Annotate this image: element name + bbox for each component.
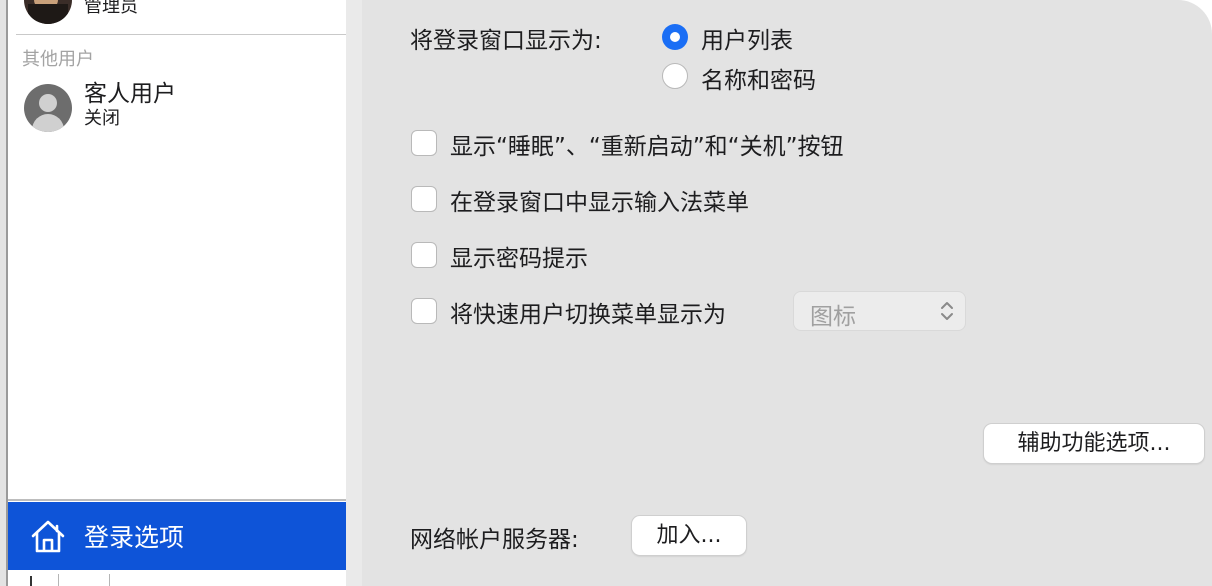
add-user-button[interactable] — [30, 576, 32, 586]
admin-role: 管理员 — [84, 0, 138, 17]
checkbox-input-menu-label[interactable]: 在登录窗口中显示输入法菜单 — [450, 183, 749, 217]
users-sidebar: 管理员 其他用户 客人用户 关闭 登录选项 — [6, 0, 348, 586]
checkbox-fast-user-switching-label[interactable]: 将快速用户切换菜单显示为 — [450, 295, 726, 329]
sidebar-gutter — [346, 0, 362, 586]
sidebar-divider — [16, 34, 346, 35]
admin-user-item[interactable]: 管理员 — [24, 0, 138, 24]
sidebar-bottom-divider — [8, 499, 346, 501]
radio-user-list-label[interactable]: 用户列表 — [701, 21, 793, 55]
admin-avatar — [24, 0, 72, 24]
radio-name-and-password-label[interactable]: 名称和密码 — [701, 61, 816, 95]
join-button[interactable]: 加入... — [632, 516, 746, 555]
guest-user-item[interactable]: 客人用户 关闭 — [24, 81, 176, 132]
chevron-up-down-icon — [941, 302, 953, 320]
display-login-window-label: 将登录窗口显示为: — [410, 28, 602, 54]
preferences-window: 管理员 其他用户 客人用户 关闭 登录选项 将登录窗口显示为: 用户列表 名称和… — [0, 0, 1212, 586]
checkbox-show-power-buttons[interactable] — [411, 130, 437, 156]
guest-user-status: 关闭 — [84, 108, 120, 129]
guest-user-name: 客人用户 — [84, 81, 176, 107]
accessibility-options-button[interactable]: 辅助功能选项... — [984, 424, 1204, 463]
other-users-heading: 其他用户 — [22, 49, 94, 70]
toolbar-divider — [109, 574, 110, 586]
fast-switch-display-popup[interactable]: 图标 — [793, 291, 966, 331]
sidebar-toolbar — [8, 570, 346, 586]
checkbox-fast-user-switching[interactable] — [411, 298, 437, 324]
toolbar-divider — [58, 574, 59, 586]
sidebar-item-login-options[interactable]: 登录选项 — [8, 502, 346, 570]
checkbox-password-hints[interactable] — [411, 242, 437, 268]
radio-name-and-password[interactable] — [662, 63, 688, 89]
login-options-label: 登录选项 — [84, 523, 185, 552]
fast-switch-popup-value: 图标 — [810, 304, 856, 330]
checkbox-password-hints-label[interactable]: 显示密码提示 — [450, 239, 588, 273]
house-icon — [31, 520, 65, 553]
checkbox-input-menu[interactable] — [411, 186, 437, 212]
radio-user-list[interactable] — [662, 24, 688, 50]
guest-avatar — [24, 84, 72, 132]
network-account-server-label: 网络帐户服务器: — [410, 527, 579, 553]
checkbox-show-power-buttons-label[interactable]: 显示“睡眠”、“重新启动”和“关机”按钮 — [450, 127, 844, 161]
